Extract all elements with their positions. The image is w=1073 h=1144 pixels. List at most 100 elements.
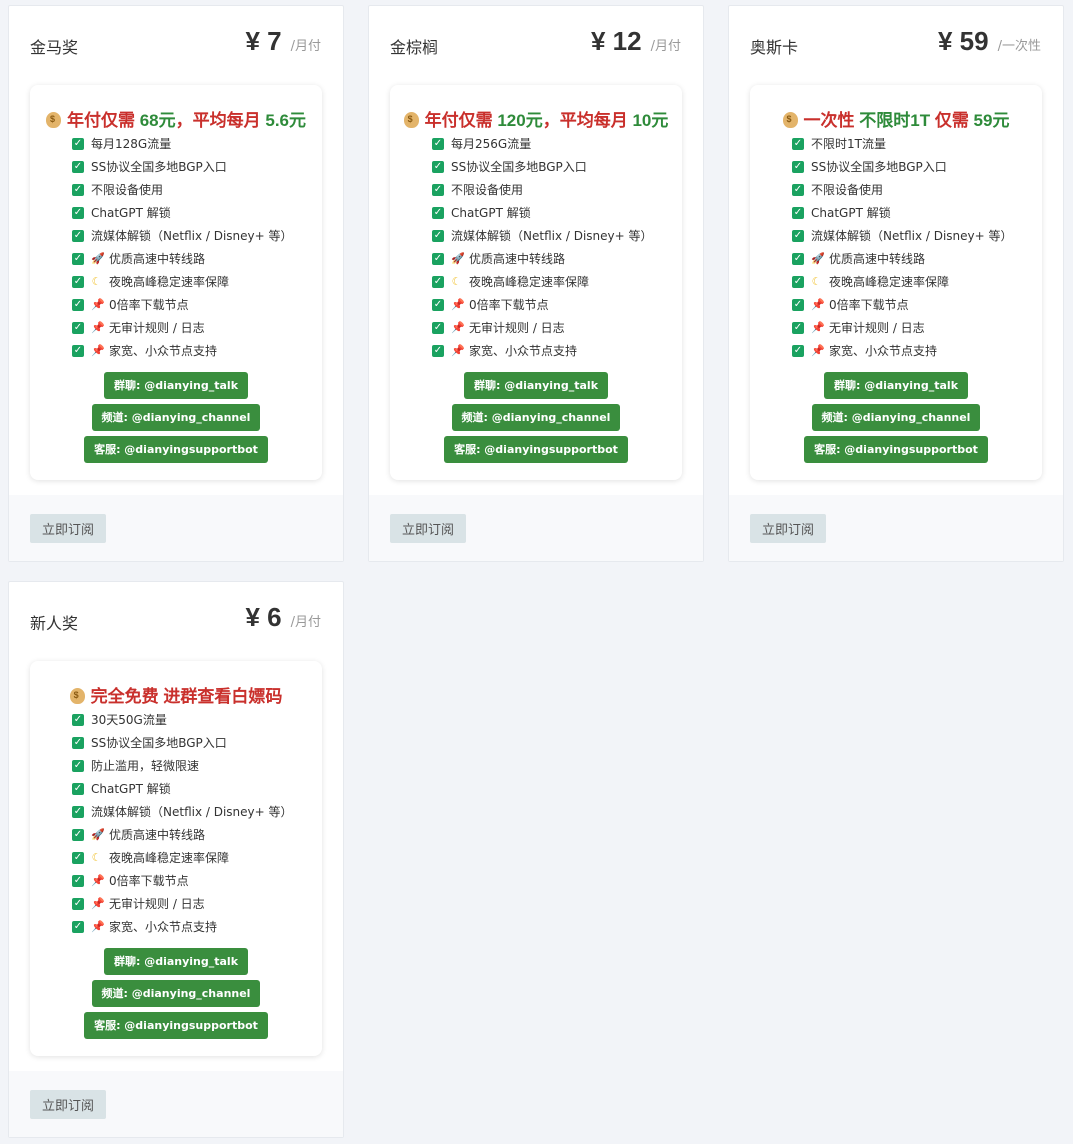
feature-item: ✓ 📌 家宽、小众节点支持: [72, 915, 322, 938]
feature-item: ✓ SS协议全国多地BGP入口: [72, 731, 322, 754]
headline-part: 年付仅需: [424, 111, 498, 130]
checkbox-check-icon: ✓: [72, 713, 84, 726]
checkbox-check-icon: ✓: [72, 874, 84, 887]
checkbox-check-icon: ✓: [792, 321, 804, 334]
feature-item: ✓ 📌 无审计规则 / 日志: [432, 316, 682, 339]
pin-icon: 📌: [91, 321, 105, 334]
price: ¥ 12 /月付: [591, 26, 681, 57]
feature-item: ✓ 不限设备使用: [72, 178, 322, 201]
contact-link-tag[interactable]: 频道: @dianying_channel: [91, 404, 261, 431]
money-bag-icon: [782, 112, 798, 128]
subscribe-button[interactable]: 立即订阅: [30, 1090, 106, 1119]
feature-item: ✓ 不限设备使用: [792, 178, 1042, 201]
subscribe-button[interactable]: 立即订阅: [390, 514, 466, 543]
feature-item: ✓ 每月128G流量: [72, 132, 322, 155]
checkbox-check-icon: ✓: [792, 206, 804, 219]
pin-icon: 📌: [451, 321, 465, 334]
plan-name: 金棕榈: [390, 38, 439, 57]
feature-text: 流媒体解锁（Netflix / Disney+ 等）: [811, 229, 1013, 243]
checkbox-check-icon: ✓: [792, 275, 804, 288]
checkbox-check-icon: ✓: [432, 321, 444, 334]
feature-item: ✓ 📌 无审计规则 / 日志: [72, 316, 322, 339]
feature-list: ✓ 每月256G流量 ✓ SS协议全国多地BGP入口 ✓ 不限设备使用 ✓ ChatGPT 解…: [390, 132, 682, 362]
contact-link-tag[interactable]: 群聊: @dianying_talk: [463, 372, 609, 399]
moon-icon: ☾: [91, 851, 102, 864]
checkbox-check-icon: ✓: [72, 828, 84, 841]
subscribe-button[interactable]: 立即订阅: [30, 514, 106, 543]
feature-text: 优质高速中转线路: [469, 252, 566, 266]
price-unit: /月付: [290, 615, 321, 630]
checkbox-check-icon: ✓: [72, 759, 84, 772]
contact-link-tag[interactable]: 群聊: @dianying_talk: [103, 372, 249, 399]
feature-text: 无审计规则 / 日志: [109, 897, 205, 911]
card-header: 奥斯卡 ¥ 59 /一次性: [729, 6, 1063, 84]
contact-link-tag[interactable]: 客服: @dianyingsupportbot: [84, 1012, 268, 1039]
feature-text: 流媒体解锁（Netflix / Disney+ 等）: [451, 229, 653, 243]
plan-name: 金马奖: [30, 38, 79, 57]
feature-item: ✓ SS协议全国多地BGP入口: [792, 155, 1042, 178]
checkbox-check-icon: ✓: [72, 252, 84, 265]
headline-part: 10元: [632, 111, 669, 130]
checkbox-check-icon: ✓: [72, 805, 84, 818]
contact-link-tag[interactable]: 客服: @dianyingsupportbot: [444, 436, 628, 463]
checkbox-check-icon: ✓: [72, 782, 84, 795]
checkbox-check-icon: ✓: [792, 252, 804, 265]
feature-item: ✓ 流媒体解锁（Netflix / Disney+ 等）: [72, 224, 322, 247]
feature-text: 0倍率下载节点: [469, 298, 549, 312]
plan-card-xinrenjiang: 新人奖 ¥ 6 /月付 完全免费 进群查看白嫖码 ✓ 30天50G流量 ✓ SS协议全…: [8, 581, 344, 1138]
subscribe-button[interactable]: 立即订阅: [750, 514, 826, 543]
pin-icon: 📌: [811, 321, 825, 334]
feature-item: ✓ ChatGPT 解锁: [792, 201, 1042, 224]
feature-item: ✓ 流媒体解锁（Netflix / Disney+ 等）: [72, 800, 322, 823]
contact-link-tag[interactable]: 频道: @dianying_channel: [451, 404, 621, 431]
contact-link-tag[interactable]: 群聊: @dianying_talk: [823, 372, 969, 399]
price-unit: /月付: [290, 39, 321, 54]
contact-link-tag[interactable]: 群聊: @dianying_talk: [103, 948, 249, 975]
checkbox-check-icon: ✓: [72, 206, 84, 219]
feature-text: 夜晚高峰稳定速率保障: [109, 851, 230, 865]
checkbox-check-icon: ✓: [72, 160, 84, 173]
feature-text: 0倍率下载节点: [829, 298, 909, 312]
plan-name: 奥斯卡: [750, 38, 799, 57]
headline-part: 59元: [973, 111, 1010, 130]
checkbox-check-icon: ✓: [72, 321, 84, 334]
feature-item: ✓ 🚀 优质高速中转线路: [432, 247, 682, 270]
contact-link-tag[interactable]: 频道: @dianying_channel: [91, 980, 261, 1007]
feature-text: ChatGPT 解锁: [451, 206, 531, 220]
moon-icon: ☾: [91, 275, 102, 288]
feature-list: ✓ 每月128G流量 ✓ SS协议全国多地BGP入口 ✓ 不限设备使用 ✓ ChatGPT 解…: [30, 132, 322, 362]
feature-item: ✓ 防止滥用，轻微限速: [72, 754, 322, 777]
card-footer: 立即订阅: [9, 1071, 343, 1137]
feature-text: 不限设备使用: [451, 183, 524, 197]
contact-link-tag[interactable]: 客服: @dianyingsupportbot: [84, 436, 268, 463]
pin-icon: 📌: [91, 874, 105, 887]
feature-item: ✓ 📌 家宽、小众节点支持: [432, 339, 682, 362]
feature-item: ✓ 每月256G流量: [432, 132, 682, 155]
checkbox-check-icon: ✓: [432, 229, 444, 242]
feature-item: ✓ 📌 家宽、小众节点支持: [792, 339, 1042, 362]
price-unit: /一次性: [997, 39, 1041, 54]
feature-item: ✓ 不限设备使用: [432, 178, 682, 201]
contact-link-tag[interactable]: 客服: @dianyingsupportbot: [804, 436, 988, 463]
feature-text: 每月128G流量: [91, 137, 172, 151]
headline-part: 年付仅需: [66, 111, 140, 130]
feature-item: ✓ 📌 无审计规则 / 日志: [792, 316, 1042, 339]
feature-item: ✓ 🚀 优质高速中转线路: [792, 247, 1042, 270]
feature-text: SS协议全国多地BGP入口: [91, 736, 227, 750]
feature-item: ✓ ChatGPT 解锁: [72, 777, 322, 800]
pin-icon: 📌: [811, 298, 825, 311]
feature-text: ChatGPT 解锁: [91, 782, 171, 796]
headline-part: ，平均每月: [542, 111, 633, 130]
feature-text: 优质高速中转线路: [109, 828, 206, 842]
headline-part: 一次性: [803, 111, 860, 130]
money-bag-icon: [45, 112, 61, 128]
feature-item: ✓ ☾ 夜晚高峰稳定速率保障: [432, 270, 682, 293]
checkbox-check-icon: ✓: [432, 160, 444, 173]
checkbox-check-icon: ✓: [72, 183, 84, 196]
card-footer: 立即订阅: [9, 495, 343, 561]
headline-part: 5.6元: [265, 111, 307, 130]
feature-item: ✓ 🚀 优质高速中转线路: [72, 823, 322, 846]
plan-headline: 一次性 不限时1T 仅需 59元: [750, 106, 1042, 130]
contact-link-tag[interactable]: 频道: @dianying_channel: [811, 404, 981, 431]
feature-item: ✓ 📌 0倍率下载节点: [72, 869, 322, 892]
